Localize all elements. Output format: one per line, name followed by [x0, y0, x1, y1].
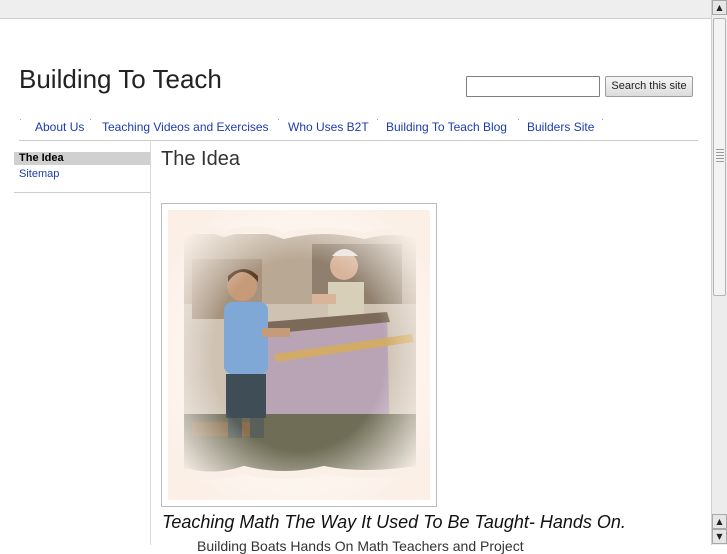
- nav-separator: ·: [376, 114, 379, 124]
- browser-top-bar: [0, 0, 711, 19]
- tagline: Teaching Math The Way It Used To Be Taug…: [162, 512, 626, 532]
- nav-item-who-uses[interactable]: Who Uses B2T: [288, 120, 369, 134]
- nav-separator: ·: [601, 114, 604, 124]
- site-title[interactable]: Building To Teach: [19, 64, 222, 95]
- scrollbar-thumb[interactable]: [713, 18, 726, 296]
- grip-icon: [716, 149, 724, 163]
- column-divider: [150, 141, 151, 545]
- nav-separator: ·: [277, 114, 280, 124]
- search-button[interactable]: Search this site: [605, 76, 693, 97]
- scroll-up-icon[interactable]: ▲: [712, 0, 727, 15]
- nav-separator: ·: [19, 114, 22, 124]
- nav-item-builders-site[interactable]: Builders Site: [527, 120, 594, 134]
- page-title: The Idea: [161, 148, 240, 170]
- body-text: Building Boats Hands On Math Teachers an…: [197, 538, 524, 554]
- nav-item-blog[interactable]: Building To Teach Blog: [386, 120, 507, 134]
- scroll-down-icon[interactable]: ▼: [712, 529, 727, 544]
- sidebar: The Idea Sitemap: [14, 150, 150, 193]
- sidebar-item-the-idea[interactable]: The Idea: [14, 152, 150, 165]
- search-input[interactable]: [466, 76, 600, 97]
- photo-child-and-man-building-boat-icon: [168, 210, 430, 500]
- nav-item-teaching-videos[interactable]: Teaching Videos and Exercises: [102, 120, 269, 134]
- photo-frame: [161, 203, 437, 507]
- vertical-scrollbar[interactable]: ▲ ▲ ▼: [711, 0, 727, 545]
- scroll-up-icon[interactable]: ▲: [712, 514, 727, 529]
- nav-item-about-us[interactable]: About Us: [35, 120, 84, 134]
- top-navigation: · About Us · Teaching Videos and Exercis…: [19, 114, 698, 141]
- nav-separator: ·: [89, 114, 92, 124]
- sidebar-item-sitemap[interactable]: Sitemap: [19, 168, 59, 180]
- nav-separator: ·: [517, 114, 520, 124]
